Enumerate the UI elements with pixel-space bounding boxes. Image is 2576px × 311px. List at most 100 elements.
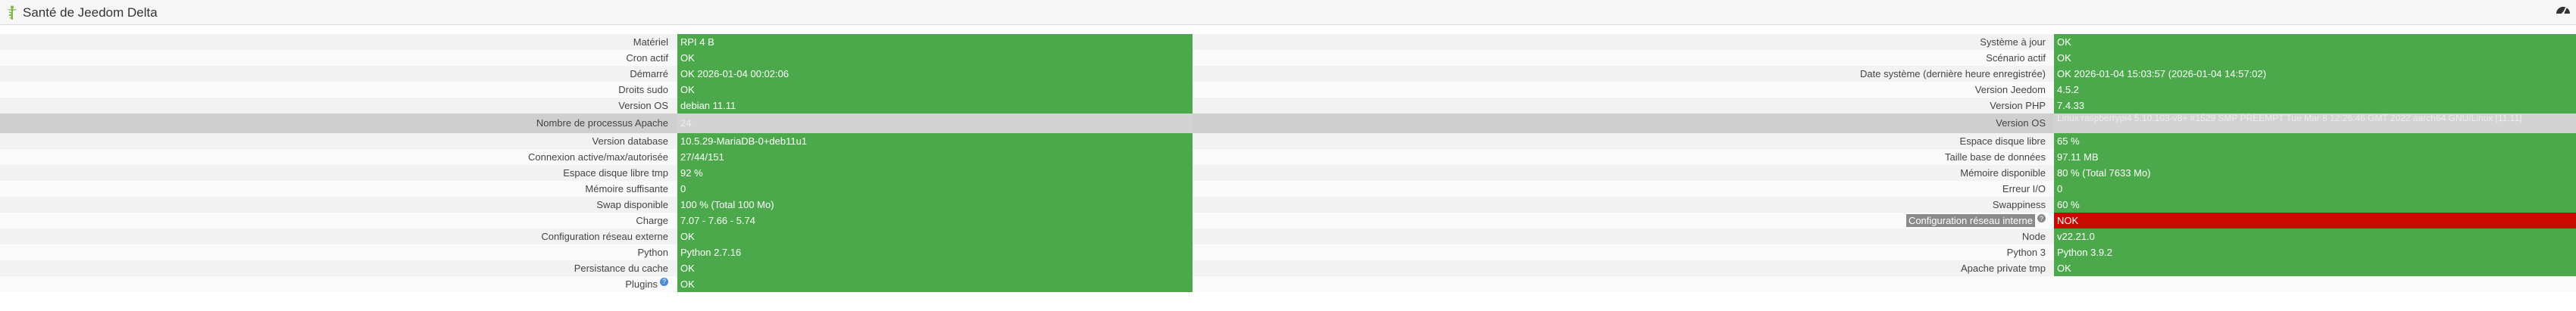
- health-row: Espace disque libre tmp 92 % Mémoire dispo…: [0, 165, 2576, 181]
- health-label-text: Scénario actif: [1986, 52, 2046, 64]
- health-label: Node: [1193, 229, 2046, 244]
- health-value: 10.5.29-MariaDB-0+deb11u1: [677, 133, 1193, 149]
- help-icon[interactable]: ?: [2037, 214, 2046, 222]
- health-label: Démarré: [0, 66, 668, 82]
- health-value: Python 3.9.2: [2054, 244, 2576, 260]
- health-label-text: Connexion active/max/autorisée: [528, 151, 668, 163]
- health-label: Version PHP: [1193, 98, 2046, 114]
- health-value: 0: [677, 181, 1193, 197]
- health-value: 0: [2054, 181, 2576, 197]
- health-row: Démarré OK 2026-01-04 00:02:06 Date systèm…: [0, 66, 2576, 82]
- health-row: Persistance du cache OK Apache private tmp…: [0, 260, 2576, 276]
- health-value: OK: [2054, 50, 2576, 66]
- health-label: [1193, 276, 2046, 292]
- health-label-text: Charge: [636, 215, 668, 226]
- health-label: Erreur I/O: [1193, 181, 2046, 197]
- health-row: Plugins? OK: [0, 276, 2576, 292]
- health-label-text: Version OS: [1996, 117, 2046, 129]
- health-label-text: Configuration réseau interne: [1905, 214, 2035, 227]
- health-value: RPI 4 B: [677, 34, 1193, 50]
- health-value: 7.4.33: [2054, 98, 2576, 114]
- health-row: Configuration réseau externe OK Node v22.21…: [0, 229, 2576, 244]
- health-value: 4.5.2: [2054, 82, 2576, 98]
- health-value: OK 2026-01-04 15:03:57 (2026-01-04 14:57…: [2054, 66, 2576, 82]
- health-label: Espace disque libre: [1193, 133, 2046, 149]
- health-value: OK: [677, 50, 1193, 66]
- health-value: 27/44/151: [677, 149, 1193, 165]
- health-label-text: Matériel: [633, 36, 668, 48]
- health-label-text: Système à jour: [1980, 36, 2046, 48]
- health-label: Mémoire suffisante: [0, 181, 668, 197]
- health-label-text: Nombre de processus Apache: [536, 117, 668, 129]
- health-label-text: Node: [2021, 231, 2046, 242]
- health-value: OK: [677, 82, 1193, 98]
- health-value: OK: [677, 229, 1193, 244]
- health-label: Configuration réseau externe: [0, 229, 668, 244]
- health-label: Plugins?: [0, 276, 668, 292]
- health-label: Mémoire disponible: [1193, 165, 2046, 181]
- health-value: 65 %: [2054, 133, 2576, 149]
- health-label-text: Version database: [592, 135, 668, 147]
- health-row: Swap disponible 100 % (Total 100 Mo) Swapp…: [0, 197, 2576, 213]
- health-label: Version Jeedom: [1193, 82, 2046, 98]
- health-label-text: Espace disque libre tmp: [563, 167, 668, 179]
- health-row: Mémoire suffisante 0 Erreur I/O 0: [0, 181, 2576, 197]
- health-label: Swap disponible: [0, 197, 668, 213]
- health-value: v22.21.0: [2054, 229, 2576, 244]
- health-label-text: Droits sudo: [618, 84, 668, 95]
- health-label-text: Python: [637, 247, 668, 258]
- health-label: Scénario actif: [1193, 50, 2046, 66]
- health-label: Espace disque libre tmp: [0, 165, 668, 181]
- health-row: Nombre de processus Apache 24 Version OS Li…: [0, 114, 2576, 133]
- health-value: 60 %: [2054, 197, 2576, 213]
- health-row: Matériel RPI 4 B Système à jour OK: [0, 34, 2576, 50]
- health-label-text: Démarré: [630, 68, 668, 79]
- health-row: Python Python 2.7.16 Python 3 Python 3.9.2: [0, 244, 2576, 260]
- panel-title-text: Santé de Jeedom Delta: [23, 5, 158, 20]
- health-value: 100 % (Total 100 Mo): [677, 197, 1193, 213]
- health-row: Version OS debian 11.11 Version PHP 7.4.33: [0, 98, 2576, 114]
- health-value: Python 2.7.16: [677, 244, 1193, 260]
- health-label-text: Mémoire disponible: [1960, 167, 2046, 179]
- health-row: Version database 10.5.29-MariaDB-0+deb11u…: [0, 133, 2576, 149]
- health-label: Version OS: [0, 98, 668, 114]
- health-value: OK: [2054, 260, 2576, 276]
- health-value: Linux raspberrypi4 5.10.103-v8+ #1529 SM…: [2054, 114, 2576, 133]
- health-label-text: Plugins: [625, 278, 658, 290]
- health-label-text: Python 3: [2006, 247, 2046, 258]
- health-label: Persistance du cache: [0, 260, 668, 276]
- health-label: Version database: [0, 133, 668, 149]
- gauge-icon[interactable]: [2555, 3, 2571, 17]
- panel-title: Santé de Jeedom Delta: [6, 5, 158, 21]
- health-label-text: Espace disque libre: [1959, 135, 2046, 147]
- health-label: Système à jour: [1193, 34, 2046, 50]
- health-label: Matériel: [0, 34, 668, 50]
- health-row: Droits sudo OK Version Jeedom 4.5.2: [0, 82, 2576, 98]
- help-icon[interactable]: ?: [660, 278, 668, 286]
- health-label-text: Version PHP: [1990, 100, 2046, 111]
- health-value: OK: [677, 276, 1193, 292]
- health-label-text: Configuration réseau externe: [541, 231, 668, 242]
- health-label-text: Persistance du cache: [574, 263, 668, 274]
- health-label-text: Version OS: [618, 100, 668, 111]
- health-label: Cron actif: [0, 50, 668, 66]
- health-label-text: Cron actif: [626, 52, 668, 64]
- health-label: Version OS: [1193, 114, 2046, 133]
- health-label: Taille base de données: [1193, 149, 2046, 165]
- health-value: 24: [677, 114, 1193, 133]
- health-value: 92 %: [677, 165, 1193, 181]
- health-label-text: Taille base de données: [1945, 151, 2046, 163]
- health-value: OK 2026-01-04 00:02:06: [677, 66, 1193, 82]
- health-label-text: Mémoire suffisante: [585, 183, 668, 194]
- health-label: Charge: [0, 213, 668, 229]
- health-label: Date système (dernière heure enregistrée…: [1193, 66, 2046, 82]
- panel-header: Santé de Jeedom Delta: [0, 0, 2576, 25]
- health-row: Cron actif OK Scénario actif OK: [0, 50, 2576, 66]
- health-value: NOK: [2054, 213, 2576, 229]
- health-row: Charge 7.07 - 7.66 - 5.74 Configuration ré…: [0, 213, 2576, 229]
- health-label-text: Erreur I/O: [2002, 183, 2046, 194]
- health-label: Swappiness: [1193, 197, 2046, 213]
- health-label: Droits sudo: [0, 82, 668, 98]
- health-value: 80 % (Total 7633 Mo): [2054, 165, 2576, 181]
- health-label-text: Swap disponible: [596, 199, 668, 210]
